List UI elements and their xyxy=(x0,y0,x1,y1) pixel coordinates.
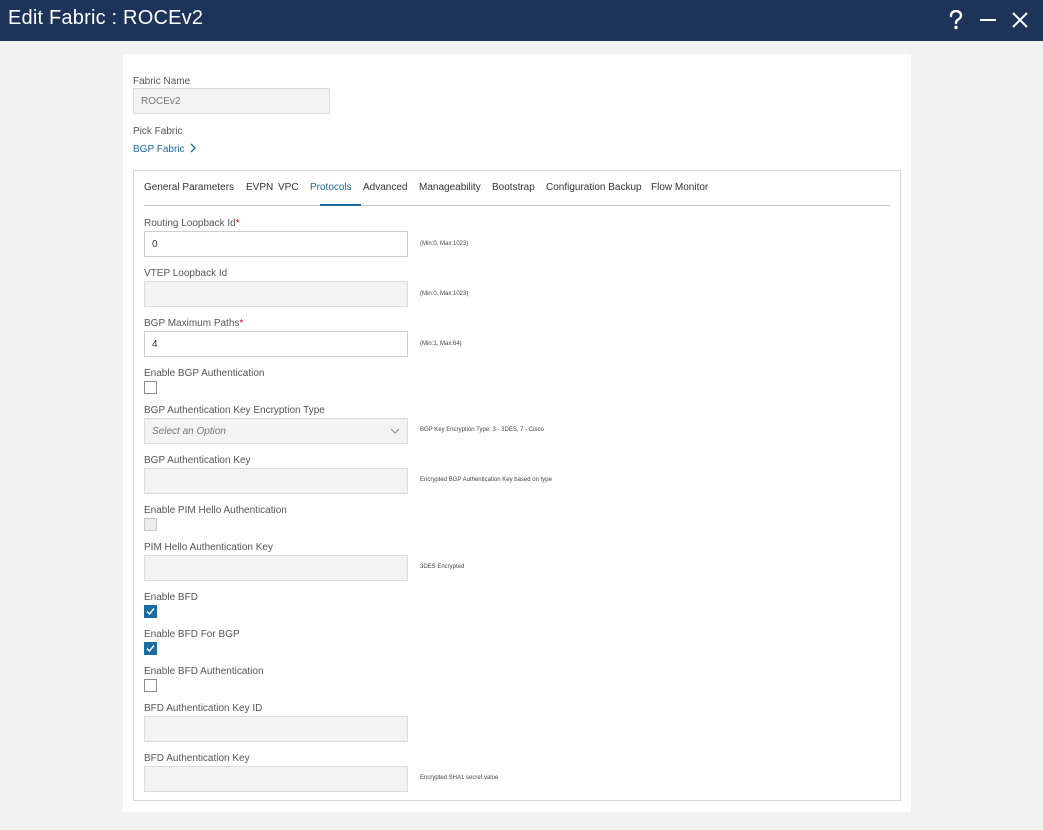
enable-bfd-checkbox[interactable] xyxy=(144,605,157,618)
bgp-auth-key-label: BGP Authentication Key xyxy=(144,455,251,466)
fabric-settings-card: General Parameters EVPN VPC Protocols Ad… xyxy=(133,170,901,801)
select-placeholder: Select an Option xyxy=(152,425,226,437)
enable-bfd-auth-checkbox[interactable] xyxy=(144,679,157,692)
bfd-auth-key-id-input xyxy=(144,716,408,742)
bgp-auth-key-enc-type-select: Select an Option xyxy=(144,418,408,444)
bgp-auth-key-enc-type-hint: BGP Key Encryption Type: 3 - 3DES, 7 - C… xyxy=(420,427,544,433)
bgp-auth-key-enc-type-label: BGP Authentication Key Encryption Type xyxy=(144,405,325,416)
enable-bgp-auth-checkbox[interactable] xyxy=(144,381,157,394)
vtep-loopback-hint: (Min:0, Max:1023) xyxy=(420,291,469,297)
tab-vpc[interactable]: VPC xyxy=(278,182,299,193)
routing-loopback-input[interactable]: 0 xyxy=(144,231,408,257)
title-bar: Edit Fabric : ROCEv2 xyxy=(0,0,1043,41)
bgp-max-paths-input[interactable]: 4 xyxy=(144,331,408,357)
vtep-loopback-input xyxy=(144,281,408,307)
enable-bfd-bgp-checkbox[interactable] xyxy=(144,642,157,655)
pim-hello-auth-key-hint: 3DES Encrypted xyxy=(420,564,465,570)
pick-fabric-label: Pick Fabric xyxy=(133,126,183,137)
tab-bootstrap[interactable]: Bootstrap xyxy=(492,182,535,193)
settings-tabs: General Parameters EVPN VPC Protocols Ad… xyxy=(144,171,890,206)
active-tab-indicator xyxy=(320,204,361,206)
tab-evpn[interactable]: EVPN xyxy=(246,182,273,193)
routing-loopback-label: Routing Loopback Id* xyxy=(144,218,240,229)
tab-protocols[interactable]: Protocols xyxy=(310,182,352,193)
window-title: Edit Fabric : ROCEv2 xyxy=(8,7,204,29)
checkmark-icon xyxy=(146,608,155,616)
enable-bfd-bgp-label: Enable BFD For BGP xyxy=(144,629,240,640)
close-icon[interactable] xyxy=(1008,8,1032,32)
tab-manageability[interactable]: Manageability xyxy=(419,182,481,193)
bgp-auth-key-input xyxy=(144,468,408,494)
help-icon[interactable] xyxy=(944,8,968,32)
enable-bgp-auth-label: Enable BGP Authentication xyxy=(144,368,265,379)
vtep-loopback-label: VTEP Loopback Id xyxy=(144,268,228,279)
chevron-right-icon xyxy=(190,143,196,156)
chevron-down-icon xyxy=(390,426,400,437)
bgp-max-paths-hint: (Min:1, Max:64) xyxy=(420,341,462,347)
pick-fabric-link-label: BGP Fabric xyxy=(133,144,185,155)
enable-pim-hello-auth-checkbox xyxy=(144,518,157,531)
tab-general-parameters[interactable]: General Parameters xyxy=(144,182,234,193)
fabric-name-label: Fabric Name xyxy=(133,76,191,87)
bgp-max-paths-label: BGP Maximum Paths* xyxy=(144,318,244,329)
pick-fabric-link[interactable]: BGP Fabric xyxy=(133,143,196,156)
tab-advanced[interactable]: Advanced xyxy=(363,182,407,193)
fabric-name-field: ROCEv2 xyxy=(133,88,330,114)
required-marker: * xyxy=(239,318,244,329)
required-marker: * xyxy=(235,218,240,229)
pim-hello-auth-key-input xyxy=(144,555,408,581)
tab-configuration-backup[interactable]: Configuration Backup xyxy=(546,182,642,193)
bgp-auth-key-hint: Encrypted BGP Authentication Key based o… xyxy=(420,477,552,483)
bfd-auth-key-id-label: BFD Authentication Key ID xyxy=(144,703,263,714)
edit-fabric-panel: Fabric Name ROCEv2 Pick Fabric BGP Fabri… xyxy=(123,54,911,812)
checkmark-icon xyxy=(146,645,155,653)
tab-flow-monitor[interactable]: Flow Monitor xyxy=(651,182,708,193)
pim-hello-auth-key-label: PIM Hello Authentication Key xyxy=(144,542,273,553)
minimize-icon[interactable] xyxy=(976,8,1000,32)
routing-loopback-hint: (Min:0, Max:1023) xyxy=(420,241,469,247)
bfd-auth-key-hint: Encrypted SHA1 secret value xyxy=(420,775,499,781)
bfd-auth-key-input xyxy=(144,766,408,792)
enable-bfd-label: Enable BFD xyxy=(144,592,198,603)
enable-bfd-auth-label: Enable BFD Authentication xyxy=(144,666,264,677)
bfd-auth-key-label: BFD Authentication Key xyxy=(144,753,250,764)
enable-pim-hello-auth-label: Enable PIM Hello Authentication xyxy=(144,505,287,516)
